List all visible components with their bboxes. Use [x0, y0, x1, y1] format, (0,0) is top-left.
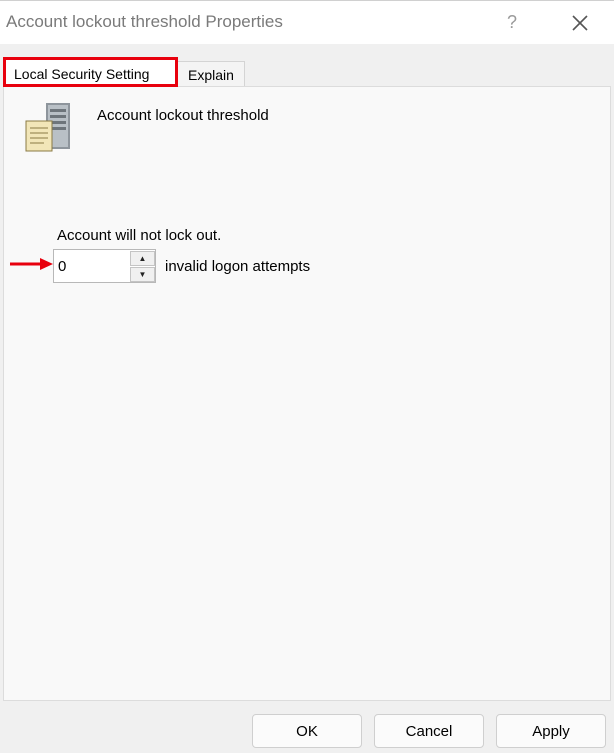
ok-button[interactable]: OK	[252, 714, 362, 748]
lockout-threshold-input[interactable]	[58, 256, 118, 276]
lockout-threshold-spinbox: ▲ ▼	[53, 249, 156, 283]
help-button[interactable]: ?	[500, 9, 524, 35]
lockout-status-text: Account will not lock out.	[57, 227, 222, 244]
close-icon	[572, 15, 588, 31]
spin-up-button[interactable]: ▲	[130, 251, 155, 266]
red-arrow-icon	[10, 258, 53, 270]
cancel-button[interactable]: Cancel	[374, 714, 484, 748]
title-bar: Account lockout threshold Properties ?	[0, 0, 614, 45]
close-button[interactable]	[566, 9, 594, 37]
attempts-unit-label: invalid logon attempts	[165, 258, 311, 275]
tab-explain[interactable]: Explain	[177, 61, 245, 87]
dialog-client-area: Local Security Setting Explain Account l…	[0, 44, 614, 753]
spin-down-button[interactable]: ▼	[130, 267, 155, 282]
tab-local-security-setting[interactable]: Local Security Setting	[3, 57, 178, 87]
tab-panel: Account lockout threshold Account will n…	[3, 86, 611, 701]
policy-server-icon	[24, 101, 76, 155]
policy-name: Account lockout threshold	[97, 107, 269, 124]
window-title: Account lockout threshold Properties	[6, 12, 283, 31]
apply-button[interactable]: Apply	[496, 714, 606, 748]
